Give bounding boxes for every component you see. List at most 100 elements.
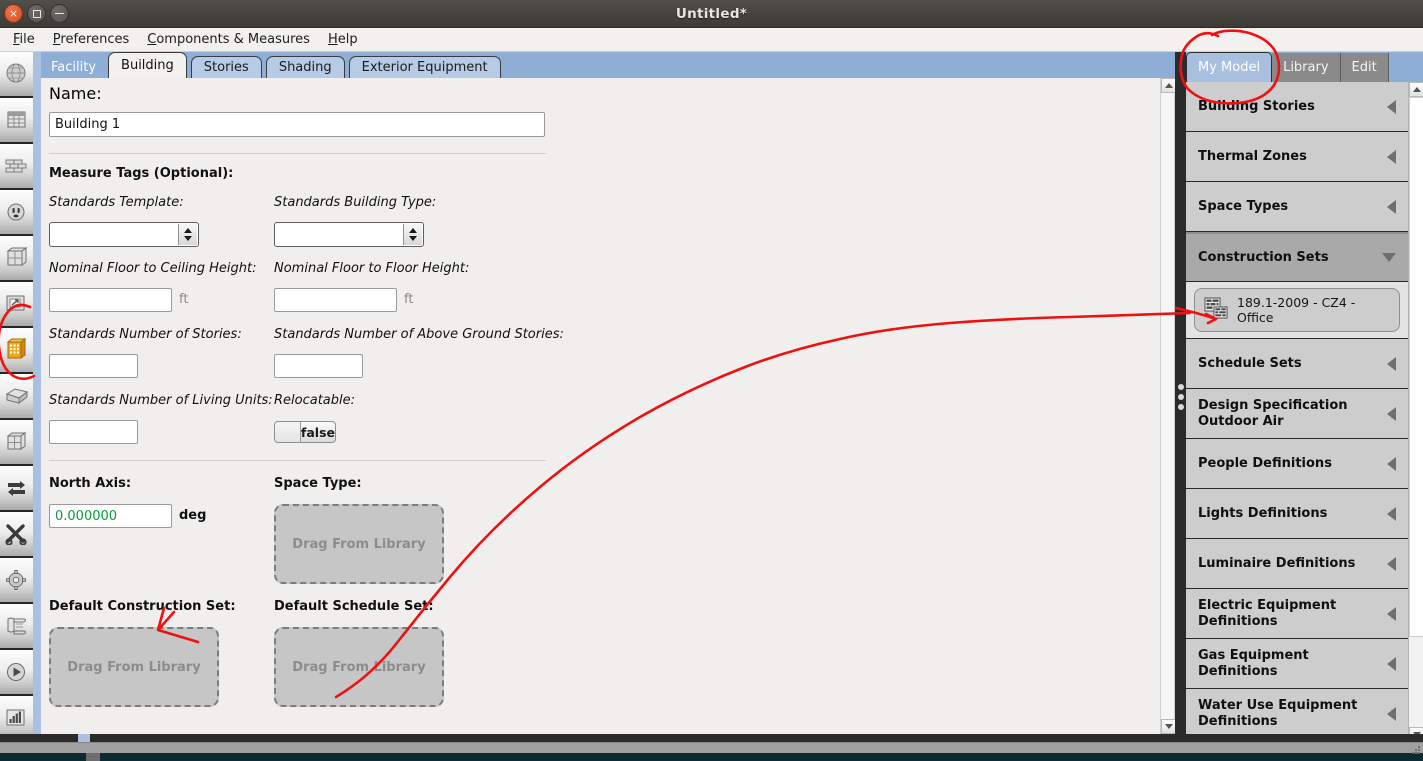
scroll-up-arrow-icon[interactable] [1409,82,1423,97]
chevron-left-icon [1387,456,1396,471]
tab-library[interactable]: Library [1272,53,1341,82]
section-gas-equipment-definitions[interactable]: Gas Equipment Definitions [1186,639,1408,689]
right-panel-body: Building Stories Thermal Zones Space Typ… [1186,82,1408,742]
divider-2 [49,460,546,461]
standards-above-ground-stories-label: Standards Number of Above Ground Stories… [274,327,564,342]
section-space-types-title: Space Types [1198,198,1289,214]
menu-file[interactable]: File [4,30,44,49]
building-name-input[interactable]: Building 1 [49,112,545,137]
menu-components-measures[interactable]: Components & Measures [138,30,319,49]
standards-above-ground-stories-input[interactable] [274,354,363,378]
default-construction-set-label: Default Construction Set: [49,599,236,614]
standards-template-combo[interactable] [49,222,199,247]
section-water-use-equipment-definitions-title: Water Use Equipment Definitions [1198,697,1358,729]
default-construction-set-drop-target[interactable]: Drag From Library [49,627,219,707]
form-vertical-scrollbar[interactable] [1160,78,1176,734]
building-form-pane: Name: Building 1 Measure Tags (Optional)… [41,78,1160,734]
standards-template-spinner[interactable] [178,224,197,245]
section-building-stories-title: Building Stories [1198,98,1315,114]
window-title: Untitled* [675,6,748,22]
schedules-calendar-icon[interactable] [0,98,33,144]
relocatable-label: Relocatable: [274,393,356,408]
tab-building[interactable]: Building [108,52,187,78]
bottom-edge-strip [0,753,1423,761]
nominal-floor-floor-input[interactable] [274,288,397,312]
measures-shears-icon[interactable] [0,512,33,558]
section-thermal-zones[interactable]: Thermal Zones [1186,132,1408,182]
hvac-systems-arrows-icon[interactable] [0,466,33,512]
chevron-left-icon [1387,406,1396,421]
tab-shading[interactable]: Shading [265,56,345,78]
section-construction-sets-title: Construction Sets [1198,249,1329,265]
section-schedule-sets-title: Schedule Sets [1198,355,1302,371]
facility-building-icon[interactable] [0,328,33,374]
right-panel: My Model Library Edit Building Stories T… [1186,52,1423,742]
nominal-floor-ceiling-input[interactable] [49,288,172,312]
bricks-icon [1203,296,1229,324]
chevron-left-icon [1387,656,1396,671]
standards-living-units-input[interactable] [49,420,138,444]
section-design-spec-outdoor-air[interactable]: Design Specification Outdoor Air [1186,389,1408,439]
loads-outlet-icon[interactable] [0,190,33,236]
menu-preferences-rest: references [60,32,130,47]
menu-help-rest: elp [337,32,358,47]
left-icon-rail [0,52,33,742]
tab-my-model[interactable]: My Model [1186,52,1273,82]
right-panel-scrollbar[interactable] [1408,82,1423,742]
scroll-up-arrow-icon[interactable] [1161,78,1176,93]
constructions-bricks-icon[interactable] [0,144,33,190]
section-luminaire-definitions-title: Luminaire Definitions [1198,555,1356,571]
section-schedule-sets[interactable]: Schedule Sets [1186,339,1408,389]
menu-preferences[interactable]: Preferences [44,30,138,49]
main-tab-strip: Facility Building Stories Shading Exteri… [41,52,1175,78]
nominal-floor-floor-label: Nominal Floor to Floor Height: [274,261,470,276]
geometry-window-icon[interactable] [0,282,33,328]
scroll-down-arrow-icon[interactable] [1161,719,1176,734]
nominal-floor-ceiling-label: Nominal Floor to Ceiling Height: [49,261,257,276]
section-people-definitions[interactable]: People Definitions [1186,439,1408,489]
default-schedule-set-drop-target[interactable]: Drag From Library [274,627,444,707]
thermal-zones-cube-icon[interactable] [0,420,33,466]
tab-exterior-equipment[interactable]: Exterior Equipment [348,56,501,78]
relocatable-toggle-value: false [300,424,335,440]
space-type-drop-target[interactable]: Drag From Library [274,504,444,584]
spaces-box-icon[interactable] [0,374,33,420]
panel-splitter[interactable] [1175,52,1186,742]
run-simulation-play-icon[interactable] [0,650,33,696]
tab-stories[interactable]: Stories [190,56,262,78]
section-construction-sets[interactable]: Construction Sets [1186,232,1408,282]
right-scrollbar-thumb[interactable] [1409,97,1423,637]
output-variables-scroll-icon[interactable] [0,604,33,650]
divider-1 [49,153,546,154]
standards-building-type-spinner[interactable] [403,224,422,245]
standards-living-units-label: Standards Number of Living Units: [49,393,273,408]
relocatable-toggle[interactable]: false [274,421,336,443]
section-luminaire-definitions[interactable]: Luminaire Definitions [1186,539,1408,589]
relocatable-toggle-knob [275,422,301,442]
tab-edit[interactable]: Edit [1340,53,1389,82]
simulation-settings-gear-icon[interactable] [0,558,33,604]
nominal-floor-floor-unit: ft [404,292,414,307]
standards-building-type-combo[interactable] [274,222,424,247]
chevron-left-icon [1387,506,1396,521]
window-resize-grip-icon[interactable] [1410,744,1422,756]
section-building-stories[interactable]: Building Stories [1186,82,1408,132]
standards-number-stories-input[interactable] [49,354,138,378]
section-construction-sets-content: 189.1-2009 - CZ4 - Office [1186,282,1408,339]
standards-building-type-label: Standards Building Type: [274,195,437,210]
standards-template-label: Standards Template: [49,195,184,210]
north-axis-input[interactable]: 0.000000 [49,504,172,528]
section-electric-equipment-definitions[interactable]: Electric Equipment Definitions [1186,589,1408,639]
chevron-left-icon [1387,706,1396,721]
section-lights-definitions[interactable]: Lights Definitions [1186,489,1408,539]
tab-facility[interactable]: Facility [45,56,104,78]
list-item-construction-set[interactable]: 189.1-2009 - CZ4 - Office [1194,288,1400,332]
space-types-cube-icon[interactable] [0,236,33,282]
standards-building-type-value [275,223,403,246]
section-water-use-equipment-definitions[interactable]: Water Use Equipment Definitions [1186,689,1408,739]
default-schedule-set-label: Default Schedule Set: [274,599,434,614]
rail-accent-strip [33,52,41,742]
menu-help[interactable]: Help [319,30,367,49]
section-space-types[interactable]: Space Types [1186,182,1408,232]
site-globe-icon[interactable] [0,52,33,98]
